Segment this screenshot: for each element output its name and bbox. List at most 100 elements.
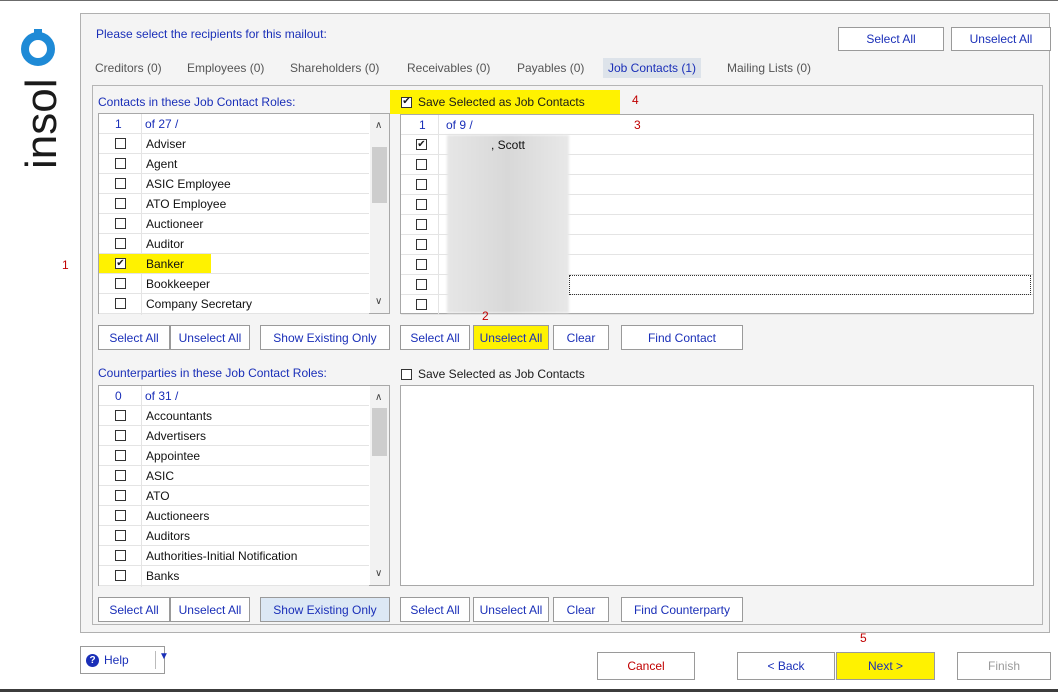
save-selected-job-contacts-checkbox[interactable]: ✔ Save Selected as Job Contacts bbox=[401, 95, 585, 109]
contact-role-row[interactable]: Auditor bbox=[99, 234, 369, 254]
checkbox-unchecked-icon[interactable] bbox=[115, 510, 126, 521]
help-label[interactable]: Help bbox=[104, 653, 129, 667]
checkbox-unchecked-icon[interactable] bbox=[115, 278, 126, 289]
find-counterparty-button[interactable]: Find Counterparty bbox=[621, 597, 743, 622]
checkbox-unchecked-icon[interactable] bbox=[115, 298, 126, 309]
contact-role-row[interactable]: Bookkeeper bbox=[99, 274, 369, 294]
find-contact-button[interactable]: Find Contact bbox=[621, 325, 743, 350]
contact-role-label: Agent bbox=[146, 156, 178, 171]
counterparty-role-label: Auditors bbox=[146, 528, 191, 543]
contacts-unselect-all-button[interactable]: Unselect All bbox=[473, 325, 549, 350]
scroll-up-icon[interactable]: ∧ bbox=[375, 392, 382, 403]
contacts-clear-button[interactable]: Clear bbox=[553, 325, 609, 350]
checkbox-unchecked-icon[interactable] bbox=[416, 159, 427, 170]
tab-employees[interactable]: Employees (0) bbox=[187, 58, 264, 78]
counterparty-role-row[interactable]: Auditors bbox=[99, 526, 369, 546]
checkbox-checked-icon[interactable]: ✔ bbox=[401, 96, 412, 108]
contact-role-row[interactable]: Company Secretary bbox=[99, 294, 369, 314]
checkbox-unchecked-icon[interactable] bbox=[115, 138, 126, 149]
tab-job-contacts[interactable]: Job Contacts (1) bbox=[603, 58, 702, 78]
counterparty-role-row[interactable]: Advertisers bbox=[99, 426, 369, 446]
contact-role-row[interactable]: Agent bbox=[99, 154, 369, 174]
checkbox-unchecked-icon[interactable] bbox=[416, 179, 427, 190]
contact-role-row[interactable]: ASIC Employee bbox=[99, 174, 369, 194]
counterparty-roles-header: 0 of 31 / bbox=[99, 386, 369, 406]
logo-six-ring bbox=[21, 32, 55, 66]
counterparty-roles-select-all-button[interactable]: Select All bbox=[98, 597, 170, 622]
next-button[interactable]: Next > bbox=[836, 652, 935, 680]
checkbox-unchecked-icon[interactable] bbox=[115, 178, 126, 189]
contacts-selected-count: 1 bbox=[419, 117, 426, 132]
checkbox-unchecked-icon[interactable] bbox=[115, 238, 126, 249]
checkbox-unchecked-icon[interactable] bbox=[115, 550, 126, 561]
back-button[interactable]: < Back bbox=[737, 652, 835, 680]
unselect-all-recipients-button[interactable]: Unselect All bbox=[951, 27, 1051, 51]
tab-shareholders[interactable]: Shareholders (0) bbox=[290, 58, 379, 78]
checkbox-checked-icon[interactable]: ✔ bbox=[115, 258, 126, 269]
contact-role-row[interactable]: ATO Employee bbox=[99, 194, 369, 214]
scroll-up-icon[interactable]: ∧ bbox=[375, 120, 382, 131]
checkbox-unchecked-icon[interactable] bbox=[115, 198, 126, 209]
focused-row-outline bbox=[569, 275, 1031, 295]
contact-role-label: Adviser bbox=[146, 136, 187, 151]
scroll-down-icon[interactable]: ∨ bbox=[375, 568, 382, 579]
counterparty-role-row[interactable]: Authorities-Initial Notification bbox=[99, 546, 369, 566]
counterparty-roles-unselect-all-button[interactable]: Unselect All bbox=[170, 597, 250, 622]
checkbox-unchecked-icon[interactable] bbox=[416, 239, 427, 250]
contact-role-row[interactable]: Adviser bbox=[99, 134, 369, 154]
save-selected-counterparties-checkbox[interactable]: Save Selected as Job Contacts bbox=[401, 367, 585, 381]
checkbox-unchecked-icon[interactable] bbox=[115, 410, 126, 421]
counterparties-unselect-all-button[interactable]: Unselect All bbox=[473, 597, 549, 622]
checkbox-unchecked-icon[interactable] bbox=[416, 299, 427, 310]
checkbox-unchecked-icon[interactable] bbox=[401, 368, 412, 380]
scroll-thumb[interactable] bbox=[372, 408, 387, 456]
contact-role-row[interactable]: Auctioneer bbox=[99, 214, 369, 234]
checkbox-unchecked-icon[interactable] bbox=[115, 490, 126, 501]
counterparty-roles-show-existing-button[interactable]: Show Existing Only bbox=[260, 597, 390, 622]
cancel-button[interactable]: Cancel bbox=[597, 652, 695, 680]
checkbox-unchecked-icon[interactable] bbox=[115, 470, 126, 481]
first-contact-name[interactable]: , Scott bbox=[491, 135, 691, 155]
checkbox-unchecked-icon[interactable] bbox=[416, 199, 427, 210]
counterparty-role-row[interactable]: ATO bbox=[99, 486, 369, 506]
counterparty-role-row[interactable]: Appointee bbox=[99, 446, 369, 466]
counterparty-role-row[interactable]: Banks bbox=[99, 566, 369, 586]
counterparty-roles-total: of 31 / bbox=[145, 388, 179, 403]
tab-payables[interactable]: Payables (0) bbox=[517, 58, 584, 78]
counterparties-clear-button[interactable]: Clear bbox=[553, 597, 609, 622]
counterparty-role-row[interactable]: ASIC bbox=[99, 466, 369, 486]
chevron-down-icon[interactable]: ▼ bbox=[159, 651, 169, 662]
contacts-select-all-button[interactable]: Select All bbox=[400, 325, 470, 350]
select-all-recipients-button[interactable]: Select All bbox=[838, 27, 944, 51]
checkbox-unchecked-icon[interactable] bbox=[416, 259, 427, 270]
checkbox-unchecked-icon[interactable] bbox=[115, 570, 126, 581]
checkbox-checked-icon[interactable]: ✔ bbox=[416, 139, 427, 150]
contact-roles-show-existing-button[interactable]: Show Existing Only bbox=[260, 325, 390, 350]
contacts-header: 1 of 9 / bbox=[401, 115, 1033, 135]
checkbox-unchecked-icon[interactable] bbox=[115, 158, 126, 169]
contact-roles-select-all-button[interactable]: Select All bbox=[98, 325, 170, 350]
counterparty-role-label: ATO bbox=[146, 488, 170, 503]
contact-roles-header: 1 of 27 / bbox=[99, 114, 369, 134]
contact-roles-unselect-all-button[interactable]: Unselect All bbox=[170, 325, 250, 350]
checkbox-unchecked-icon[interactable] bbox=[416, 219, 427, 230]
help-split-button[interactable]: ? Help ▼ bbox=[80, 646, 169, 674]
checkbox-unchecked-icon[interactable] bbox=[115, 450, 126, 461]
contact-role-label: Auditor bbox=[146, 236, 185, 251]
counterparty-role-row[interactable]: Auctioneers bbox=[99, 506, 369, 526]
counterparty-role-row[interactable]: Accountants bbox=[99, 406, 369, 426]
counterparties-list[interactable] bbox=[400, 385, 1034, 586]
tab-mailing-lists[interactable]: Mailing Lists (0) bbox=[727, 58, 811, 78]
checkbox-unchecked-icon[interactable] bbox=[115, 530, 126, 541]
scroll-thumb[interactable] bbox=[372, 147, 387, 203]
tab-receivables[interactable]: Receivables (0) bbox=[407, 58, 490, 78]
checkbox-unchecked-icon[interactable] bbox=[115, 430, 126, 441]
checkbox-unchecked-icon[interactable] bbox=[115, 218, 126, 229]
checkbox-unchecked-icon[interactable] bbox=[416, 279, 427, 290]
scroll-down-icon[interactable]: ∨ bbox=[375, 296, 382, 307]
counterparties-select-all-button[interactable]: Select All bbox=[400, 597, 470, 622]
counterparty-roles-scrollbar[interactable]: ∧ ∨ bbox=[370, 386, 389, 585]
contact-roles-scrollbar[interactable]: ∧ ∨ bbox=[370, 114, 389, 313]
contact-role-row[interactable]: ✔ Banker bbox=[99, 254, 369, 274]
tab-creditors[interactable]: Creditors (0) bbox=[95, 58, 162, 78]
